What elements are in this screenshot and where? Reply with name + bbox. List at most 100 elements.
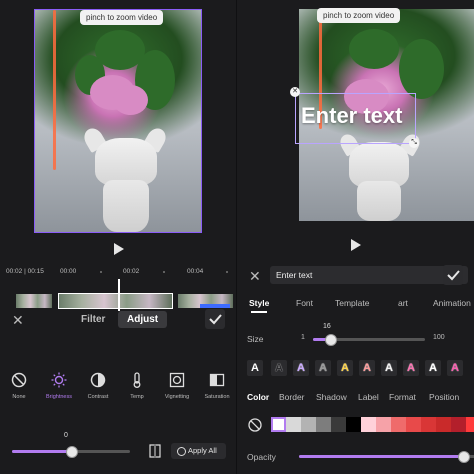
leaf — [399, 39, 444, 99]
color-swatch[interactable] — [421, 417, 436, 432]
clip-marker — [200, 304, 230, 308]
style-preset[interactable]: A — [271, 360, 287, 376]
color-swatch[interactable] — [271, 417, 286, 432]
opacity-slider-fill — [299, 455, 463, 458]
opacity-label: Opacity — [247, 452, 276, 462]
tick-label: 00:00 — [60, 268, 77, 275]
brightness-icon — [51, 372, 67, 388]
saturation-icon — [209, 373, 225, 387]
delete-overlay-icon[interactable]: ✕ — [290, 87, 300, 97]
tab-art[interactable]: art — [398, 298, 408, 308]
subtab-format[interactable]: Format — [389, 392, 416, 402]
contrast-icon — [90, 372, 106, 388]
tool-contrast[interactable]: Contrast — [81, 372, 115, 400]
play-icon[interactable] — [351, 239, 361, 251]
apply-all-button[interactable]: Apply All — [171, 443, 226, 459]
subtab-position[interactable]: Position — [429, 392, 459, 402]
tool-saturation[interactable]: Saturation — [200, 372, 234, 400]
opacity-slider-knob[interactable] — [458, 451, 470, 463]
color-swatch[interactable] — [301, 417, 316, 432]
time-display: 00:02 | 00:15 — [6, 268, 44, 275]
check-icon — [447, 270, 460, 281]
style-preset[interactable]: A — [315, 360, 331, 376]
check-icon — [209, 314, 222, 325]
style-preset[interactable]: A — [425, 360, 441, 376]
style-preset[interactable]: A — [293, 360, 309, 376]
color-swatch[interactable] — [406, 417, 421, 432]
tool-vignetting[interactable]: Vignetting — [160, 372, 194, 400]
tab-style[interactable]: Style — [249, 298, 269, 308]
tick-dot — [163, 271, 165, 273]
resize-overlay-icon[interactable]: ⤡ — [409, 138, 419, 148]
confirm-button[interactable] — [443, 265, 463, 285]
no-style-icon[interactable]: A — [247, 360, 263, 376]
tab-indicator — [251, 311, 267, 313]
color-swatch[interactable] — [376, 417, 391, 432]
style-preset[interactable]: A — [381, 360, 397, 376]
text-input[interactable]: Enter text — [270, 266, 468, 284]
video-adjust-panel: pinch to zoom video 00:02 | 00:15 00:00 … — [0, 0, 237, 474]
pinch-hint: pinch to zoom video — [317, 8, 401, 23]
tab-font[interactable]: Font — [296, 298, 313, 308]
tab-template[interactable]: Template — [335, 298, 370, 308]
color-swatch[interactable] — [346, 417, 361, 432]
size-slider-knob[interactable] — [325, 334, 337, 346]
color-swatch[interactable] — [331, 417, 346, 432]
tab-filter[interactable]: Filter — [72, 311, 114, 328]
color-swatch[interactable] — [391, 417, 406, 432]
tool-brightness[interactable]: Brightness — [42, 372, 76, 400]
slider-value: 0 — [64, 432, 68, 439]
style-preset[interactable]: A — [403, 360, 419, 376]
color-swatch[interactable] — [286, 417, 301, 432]
brightness-slider-knob[interactable] — [66, 446, 78, 458]
tick-dot — [226, 271, 228, 273]
tick-label: 00:02 — [123, 268, 140, 275]
color-swatch[interactable] — [436, 417, 451, 432]
subtab-color[interactable]: Color — [247, 392, 269, 402]
tool-temp[interactable]: Temp — [120, 372, 154, 400]
size-value: 16 — [323, 323, 331, 330]
subtab-label[interactable]: Label — [358, 392, 379, 402]
no-color-icon[interactable] — [247, 417, 263, 433]
brightness-slider-fill — [12, 450, 71, 453]
size-label: Size — [247, 334, 264, 344]
flower — [113, 85, 148, 115]
video-preview[interactable] — [34, 9, 202, 233]
none-icon — [11, 372, 27, 388]
pinch-hint: pinch to zoom video — [80, 10, 164, 25]
style-preset[interactable]: A — [359, 360, 375, 376]
temperature-icon — [133, 372, 141, 388]
compare-icon — [149, 444, 161, 458]
clip-thumbnail[interactable] — [16, 294, 52, 308]
tab-animation[interactable]: Animation — [433, 298, 471, 308]
vase-neck — [103, 180, 149, 232]
close-icon[interactable]: ✕ — [249, 269, 261, 283]
close-icon[interactable]: ✕ — [12, 313, 24, 327]
color-swatch[interactable] — [361, 417, 376, 432]
playhead[interactable] — [118, 279, 120, 311]
vignetting-icon — [169, 372, 185, 388]
radio-icon — [177, 447, 186, 456]
tab-adjust[interactable]: Adjust — [118, 311, 168, 328]
color-swatch[interactable] — [451, 417, 466, 432]
size-max: 100 — [433, 334, 445, 341]
light-streak — [53, 10, 56, 170]
leaf — [349, 29, 399, 69]
selected-clip[interactable] — [58, 293, 173, 309]
color-swatch[interactable] — [466, 417, 474, 432]
subtab-border[interactable]: Border — [279, 392, 305, 402]
text-overlay[interactable]: Enter text — [301, 103, 402, 129]
confirm-button[interactable] — [205, 309, 225, 329]
vase-head — [95, 138, 157, 186]
color-swatch[interactable] — [316, 417, 331, 432]
vase-neck — [357, 181, 401, 221]
style-preset[interactable]: A — [337, 360, 353, 376]
subtab-shadow[interactable]: Shadow — [316, 392, 347, 402]
compare-button[interactable] — [148, 444, 162, 463]
tick-dot — [100, 271, 102, 273]
tool-none[interactable]: None — [2, 372, 36, 400]
size-min: 1 — [301, 334, 305, 341]
style-preset[interactable]: A — [447, 360, 463, 376]
tick-label: 00:04 — [187, 268, 204, 275]
play-icon[interactable] — [114, 243, 124, 255]
